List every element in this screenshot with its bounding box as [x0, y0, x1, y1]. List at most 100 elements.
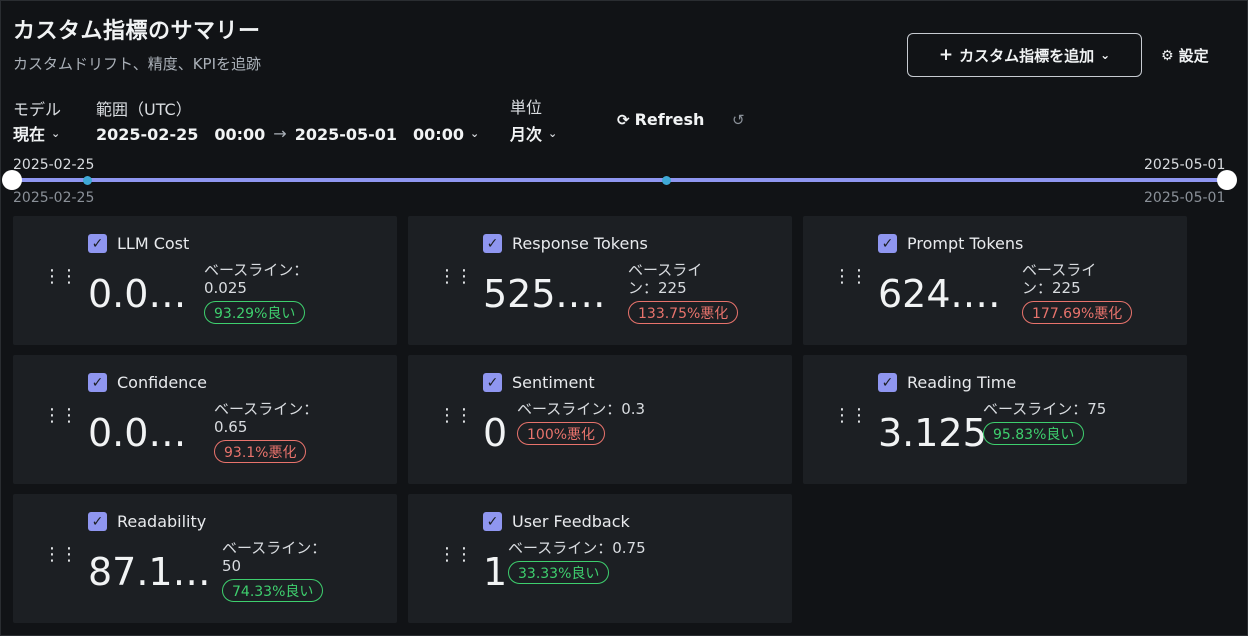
settings-label: 設定 [1178, 47, 1209, 65]
slider-start-sublabel: 2025-02-25 [13, 190, 95, 206]
slider-end-label: 2025-05-01 [1144, 157, 1226, 173]
baseline-line2: ン：225 [1022, 279, 1081, 297]
metric-value: 3.125 [878, 411, 987, 455]
drag-handle-icon[interactable]: ⋮⋮ [43, 268, 78, 286]
drag-handle-icon[interactable]: ⋮⋮ [438, 546, 473, 564]
range-slider-track[interactable] [13, 178, 1227, 182]
drag-handle-icon[interactable]: ⋮⋮ [43, 546, 78, 564]
metric-baseline: ベースライン：0.3 [517, 400, 646, 418]
metric-delta-badge: 100%悪化 [517, 422, 606, 445]
metric-checkbox[interactable]: ✓ [483, 373, 502, 392]
add-custom-metric-button[interactable]: + カスタム指標を追加 ⌄ [907, 33, 1142, 77]
slider-marker [83, 176, 92, 185]
refresh-icon: ⟳ [617, 110, 630, 129]
metric-name: User Feedback [512, 512, 630, 531]
drag-handle-icon[interactable]: ⋮⋮ [438, 407, 473, 425]
metric-value: 624.… [878, 272, 1001, 316]
drag-handle-icon[interactable]: ⋮⋮ [833, 407, 868, 425]
model-select[interactable]: 現在 ⌄ [13, 121, 60, 145]
metric-baseline: ベースライン： 0.65 [214, 400, 318, 436]
reset-icon[interactable]: ↺ [732, 111, 745, 129]
chevron-down-icon: ⌄ [51, 126, 61, 140]
metric-checkbox[interactable]: ✓ [88, 373, 107, 392]
metric-baseline: ベースライン： 50 [222, 539, 326, 575]
metric-delta-badge: 93.1%悪化 [214, 440, 307, 463]
metric-name: Confidence [117, 373, 207, 392]
metric-card: ⋮⋮ ✓ Sentiment 0 ベースライン：0.3 100%悪化 [408, 355, 792, 484]
refresh-button[interactable]: ⟳ Refresh [617, 110, 704, 129]
metric-checkbox[interactable]: ✓ [88, 234, 107, 253]
baseline-line1: ベースライ [1022, 261, 1097, 279]
range-select[interactable]: 2025-02-25 00:00 → 2025-05-01 00:00 ⌄ [96, 121, 479, 145]
model-label: モデル [13, 100, 62, 119]
metric-checkbox[interactable]: ✓ [878, 234, 897, 253]
metric-card: ⋮⋮ ✓ Prompt Tokens 624.… ベースライ ン：225 177… [803, 216, 1187, 345]
metric-card: ⋮⋮ ✓ Response Tokens 525.… ベースライ ン：225 1… [408, 216, 792, 345]
metric-checkbox[interactable]: ✓ [483, 512, 502, 531]
metric-value: 1 [483, 550, 508, 594]
metric-card: ⋮⋮ ✓ User Feedback 1 ベースライン：0.75 33.33%良… [408, 494, 792, 623]
metric-checkbox[interactable]: ✓ [483, 234, 502, 253]
metric-name: Prompt Tokens [907, 234, 1024, 253]
metric-value: 0.0… [88, 411, 187, 455]
metric-name: Response Tokens [512, 234, 648, 253]
range-start: 2025-02-25 00:00 [96, 125, 266, 144]
slider-start-label: 2025-02-25 [13, 157, 95, 173]
baseline-line1: ベースライン： [204, 261, 309, 279]
metric-baseline: ベースライン：75 [983, 400, 1107, 418]
metric-checkbox[interactable]: ✓ [878, 373, 897, 392]
drag-handle-icon[interactable]: ⋮⋮ [438, 268, 473, 286]
settings-button[interactable]: ⚙ 設定 [1161, 45, 1209, 66]
metric-value: 0 [483, 411, 508, 455]
add-custom-metric-label: カスタム指標を追加 [959, 46, 1095, 65]
metric-value: 87.1… [88, 550, 211, 594]
metric-card: ⋮⋮ ✓ Readability 87.1… ベースライン： 50 74.33%… [13, 494, 397, 623]
metrics-summary-page: カスタム指標のサマリー カスタムドリフト、精度、KPIを追跡 + カスタム指標を… [0, 0, 1248, 636]
metric-card: ⋮⋮ ✓ Confidence 0.0… ベースライン： 0.65 93.1%悪… [13, 355, 397, 484]
drag-handle-icon[interactable]: ⋮⋮ [43, 407, 78, 425]
range-label: 範囲（UTC） [96, 100, 192, 119]
page-title: カスタム指標のサマリー [13, 19, 261, 44]
chevron-down-icon: ⌄ [1100, 48, 1111, 62]
baseline-line1: ベースライ [628, 261, 703, 279]
metric-checkbox[interactable]: ✓ [88, 512, 107, 531]
metric-card: ⋮⋮ ✓ LLM Cost 0.0… ベースライン： 0.025 93.29%良… [13, 216, 397, 345]
slider-end-handle[interactable] [1217, 170, 1237, 190]
metric-value: 0.0… [88, 272, 187, 316]
metric-delta-badge: 95.83%良い [983, 422, 1085, 445]
metric-delta-badge: 133.75%悪化 [628, 301, 739, 324]
metric-delta-badge: 177.69%悪化 [1022, 301, 1133, 324]
baseline-line1: ベースライン： [214, 400, 319, 418]
slider-end-sublabel: 2025-05-01 [1144, 190, 1226, 206]
metric-baseline: ベースライン： 0.025 [204, 261, 308, 297]
metric-baseline: ベースライ ン：225 [628, 261, 702, 297]
range-end: 2025-05-01 00:00 [294, 125, 464, 144]
model-value: 現在 [13, 125, 46, 144]
baseline-line2: 0.65 [214, 418, 248, 436]
metric-delta-badge: 93.29%良い [204, 301, 306, 324]
unit-select[interactable]: 月次 ⌄ [510, 121, 557, 145]
metric-baseline: ベースライン：0.75 [508, 539, 646, 557]
metric-delta-badge: 33.33%良い [508, 561, 610, 584]
unit-value: 月次 [510, 125, 543, 144]
metric-name: LLM Cost [117, 234, 190, 253]
drag-handle-icon[interactable]: ⋮⋮ [833, 268, 868, 286]
arrow-right-icon: → [273, 123, 287, 143]
baseline-line2: 50 [222, 557, 242, 575]
metric-baseline: ベースライ ン：225 [1022, 261, 1096, 297]
metric-delta-badge: 74.33%良い [222, 579, 324, 602]
metric-card: ⋮⋮ ✓ Reading Time 3.125 ベースライン：75 95.83%… [803, 355, 1187, 484]
baseline-line2: ン：225 [628, 279, 687, 297]
gear-icon: ⚙ [1161, 47, 1174, 64]
metric-name: Sentiment [512, 373, 595, 392]
baseline-line2: 0.025 [204, 279, 247, 297]
chevron-down-icon: ⌄ [548, 126, 558, 140]
refresh-label: Refresh [634, 110, 705, 129]
slider-marker [662, 176, 671, 185]
unit-label: 単位 [510, 98, 543, 117]
slider-start-handle[interactable] [2, 170, 22, 190]
metric-value: 525.… [483, 272, 606, 316]
metric-name: Reading Time [907, 373, 1017, 392]
chevron-down-icon: ⌄ [469, 126, 480, 140]
page-subtitle: カスタムドリフト、精度、KPIを追跡 [13, 55, 262, 73]
